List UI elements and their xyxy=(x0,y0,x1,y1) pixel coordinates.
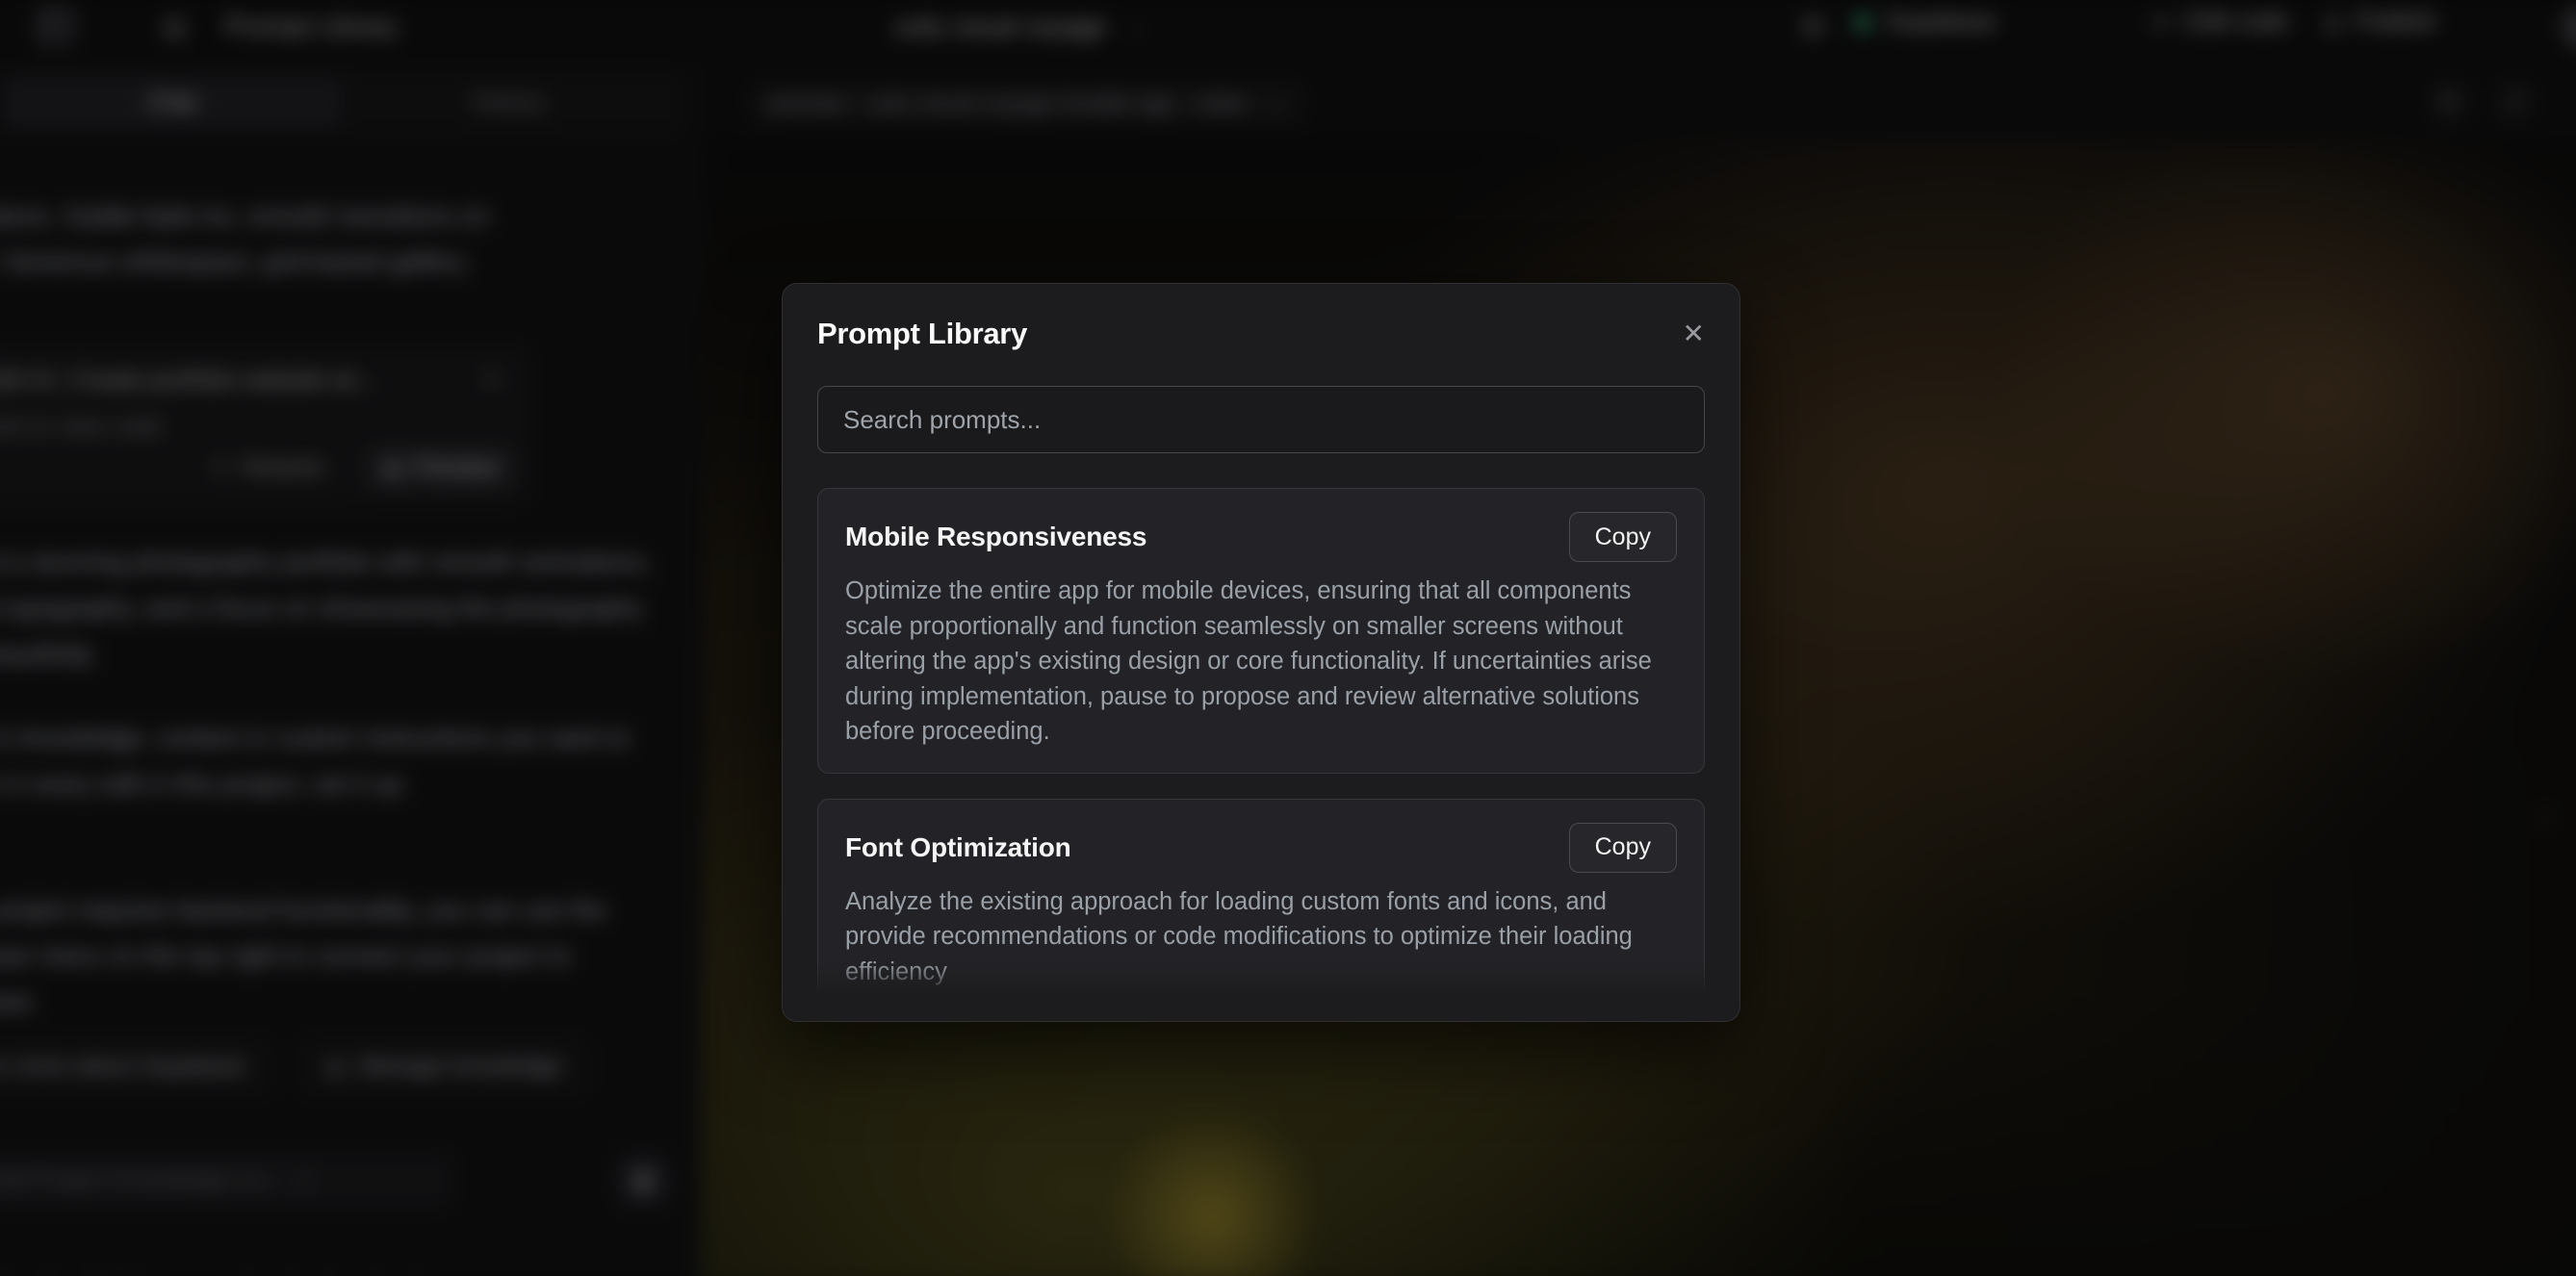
prompt-title: Mobile Responsiveness xyxy=(845,522,1146,552)
prompt-card-font-optimization: Font Optimization Copy Analyze the exist… xyxy=(817,799,1705,995)
prompt-description: Analyze the existing approach for loadin… xyxy=(845,884,1677,990)
prompt-description: Optimize the entire app for mobile devic… xyxy=(845,574,1677,750)
search-input[interactable] xyxy=(817,386,1705,453)
screen: ▤ Prompt Library urdu visual voyage ⌄ ⚙ … xyxy=(0,0,2576,1276)
prompt-library-modal: Prompt Library ✕ Mobile Responsiveness C… xyxy=(782,283,1740,1022)
prompt-card-mobile-responsiveness: Mobile Responsiveness Copy Optimize the … xyxy=(817,488,1705,774)
modal-title: Prompt Library xyxy=(817,317,1027,351)
prompt-title: Font Optimization xyxy=(845,832,1071,863)
copy-button[interactable]: Copy xyxy=(1569,823,1677,873)
prompt-list[interactable]: Mobile Responsiveness Copy Optimize the … xyxy=(817,488,1705,994)
copy-button[interactable]: Copy xyxy=(1569,512,1677,562)
close-icon[interactable]: ✕ xyxy=(1683,317,1705,347)
